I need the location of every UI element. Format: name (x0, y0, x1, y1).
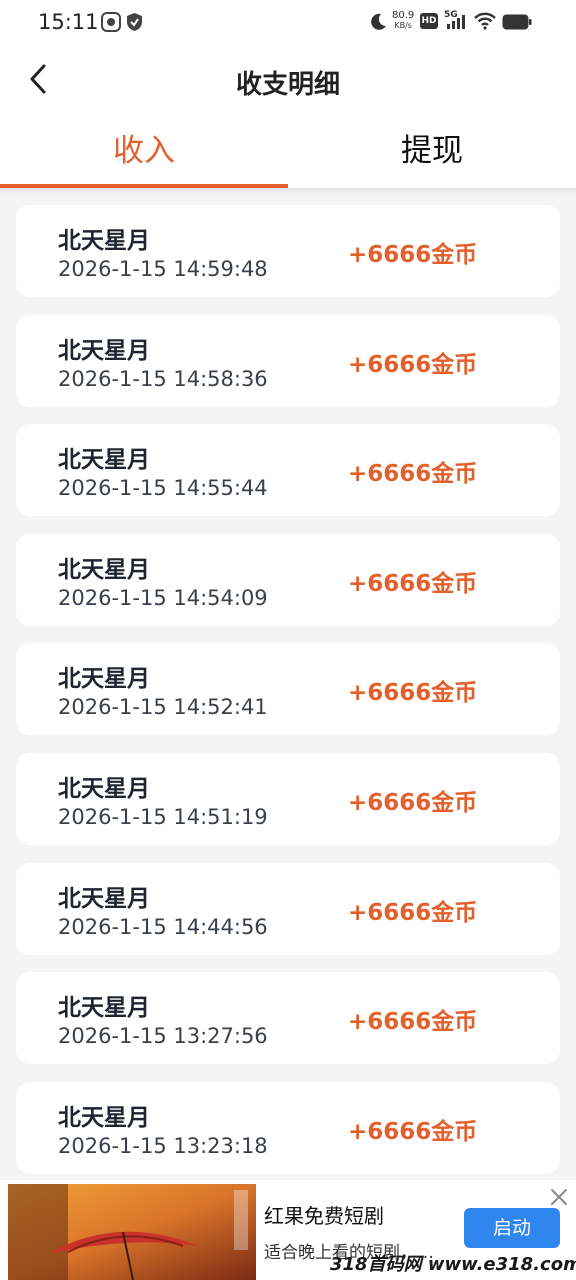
record-time: 2026-1-15 13:23:18 (58, 1133, 268, 1158)
ad-launch-button[interactable]: 启动 (464, 1208, 560, 1248)
list-item[interactable]: 北天星月 2026-1-15 14:59:48 +6666金币 (16, 205, 560, 297)
tab-bar-shadow (0, 188, 576, 196)
header-area: 15:11 80.9 KB/s HD 5G 收支明细 收入 提现 (0, 0, 576, 190)
record-amount: +6666金币 (348, 461, 478, 488)
record-name: 北天星月 (58, 666, 150, 693)
list-item[interactable]: 北天星月 2026-1-15 13:23:18 +6666金币 (16, 1081, 560, 1174)
list-item[interactable]: 北天星月 2026-1-15 14:58:36 +6666金币 (16, 314, 560, 407)
list-item[interactable]: 北天星月 2026-1-15 14:44:56 +6666金币 (16, 862, 560, 955)
record-time: 2026-1-15 14:52:41 (58, 695, 268, 720)
record-name: 北天星月 (58, 228, 150, 254)
list-item[interactable]: 北天星月 2026-1-15 14:52:41 +6666金币 (16, 643, 560, 736)
record-time: 2026-1-15 14:59:48 (58, 257, 268, 281)
record-name: 北天星月 (58, 337, 150, 364)
record-name: 北天星月 (58, 885, 150, 912)
app-notification-icon (101, 12, 121, 36)
net-speed-unit: KB/s (394, 21, 412, 30)
record-amount: +6666金币 (348, 1009, 478, 1036)
record-amount: +6666金币 (348, 899, 478, 926)
tab-bar: 收入 提现 (0, 118, 576, 190)
record-time: 2026-1-15 14:58:36 (58, 366, 268, 391)
close-icon (551, 1189, 567, 1205)
record-time: 2026-1-15 14:51:19 (58, 804, 268, 829)
list-item[interactable]: 北天星月 2026-1-15 13:27:56 +6666金币 (16, 972, 560, 1065)
record-name: 北天星月 (58, 995, 150, 1022)
battery-icon (502, 14, 532, 34)
list-item[interactable]: 北天星月 2026-1-15 14:55:44 +6666金币 (16, 424, 560, 517)
record-amount: +6666金币 (348, 1118, 478, 1145)
record-amount: +6666金币 (348, 789, 478, 816)
hd-icon: HD (420, 13, 438, 29)
status-time: 15:11 (38, 10, 99, 34)
net-speed-value: 80.9 (392, 10, 415, 21)
tab-income[interactable]: 收入 (0, 118, 288, 188)
record-name: 北天星月 (58, 1104, 150, 1131)
status-bar: 15:11 80.9 KB/s HD 5G (0, 0, 576, 44)
moon-icon (368, 12, 388, 36)
ad-title: 红果免费短剧 (264, 1204, 384, 1228)
record-amount: +6666金币 (348, 351, 478, 378)
record-name: 北天星月 (58, 447, 150, 474)
net-speed: 80.9 KB/s (392, 11, 414, 31)
ad-image[interactable] (8, 1184, 256, 1280)
record-time: 2026-1-15 14:55:44 (58, 476, 268, 501)
tab-withdraw[interactable]: 提现 (288, 118, 576, 188)
record-time: 2026-1-15 13:27:56 (58, 1024, 268, 1049)
page-title: 收支明细 (235, 70, 340, 100)
record-amount: +6666金币 (348, 242, 478, 268)
watermark: 318首码网 www.e318.com (330, 1254, 576, 1275)
shield-icon (126, 12, 143, 36)
record-amount: +6666金币 (348, 570, 478, 597)
nav-bar: 收支明细 (0, 50, 576, 114)
wifi-icon (474, 12, 496, 34)
ad-close-button[interactable] (546, 1184, 572, 1210)
list-item[interactable]: 北天星月 2026-1-15 14:54:09 +6666金币 (16, 533, 560, 626)
income-list: 北天星月 2026-1-15 14:59:48 +6666金币 北天星月 202… (16, 205, 560, 1191)
list-item[interactable]: 北天星月 2026-1-15 14:51:19 +6666金币 (16, 752, 560, 845)
record-name: 北天星月 (58, 556, 150, 583)
record-amount: +6666金币 (348, 680, 478, 707)
record-time: 2026-1-15 14:44:56 (58, 914, 268, 939)
record-time: 2026-1-15 14:54:09 (58, 585, 268, 610)
record-name: 北天星月 (58, 775, 150, 802)
